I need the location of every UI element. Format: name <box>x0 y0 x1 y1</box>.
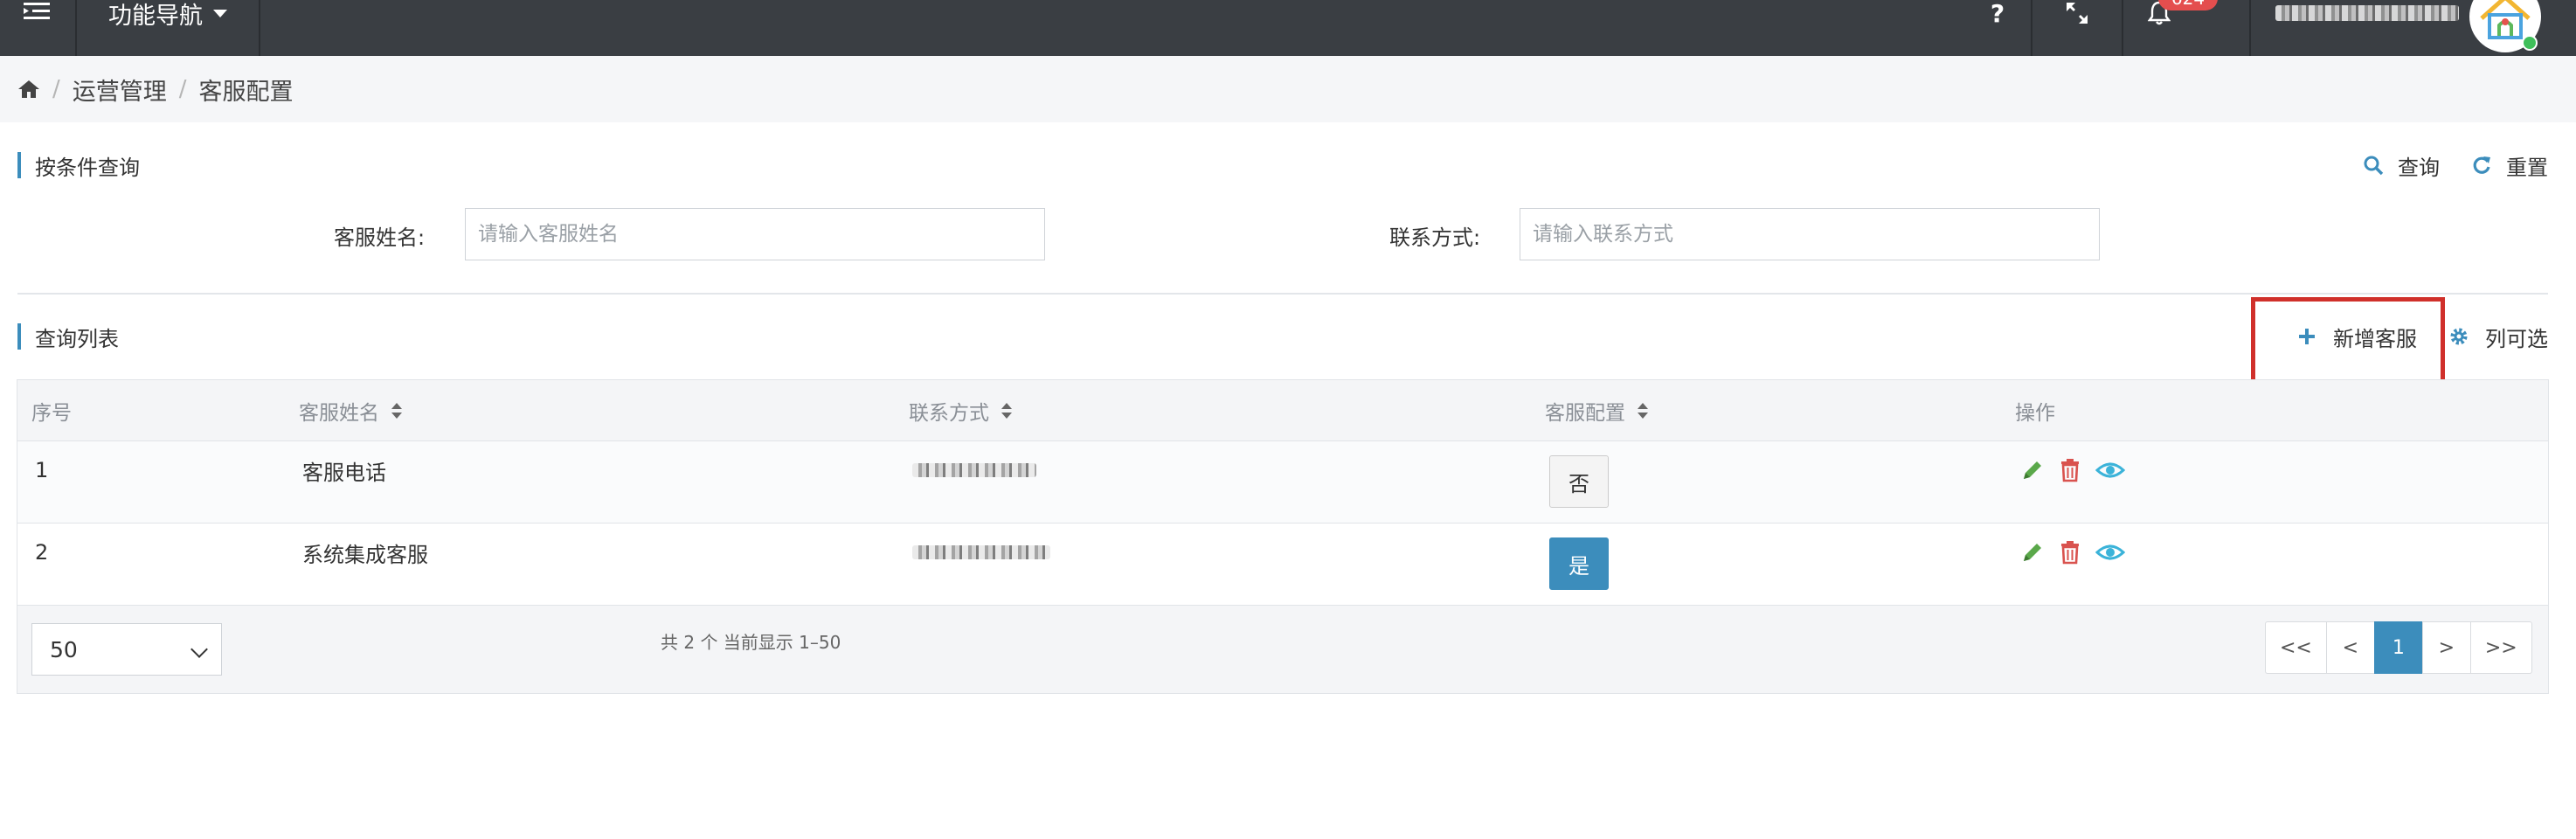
pagination-summary: 共 2 个 当前显示 1–50 <box>661 631 841 653</box>
list-section-title: 查询列表 <box>17 323 119 351</box>
service-name-input[interactable] <box>465 208 1045 260</box>
edit-pencil-icon[interactable] <box>2020 540 2045 565</box>
house-logo-icon <box>2480 0 2531 39</box>
row-actions <box>2020 441 2125 499</box>
view-eye-icon[interactable] <box>2095 460 2125 481</box>
page-size-select[interactable]: 50 <box>31 623 222 676</box>
column-chooser-label: 列可选 <box>2485 326 2548 351</box>
header-name-label: 客服姓名 <box>299 402 379 425</box>
pager-page-1[interactable]: 1 <box>2373 621 2423 674</box>
view-eye-icon[interactable] <box>2095 542 2125 563</box>
contact-input[interactable] <box>1520 208 2100 260</box>
row-actions <box>2020 524 2125 581</box>
breadcrumb-item-service-config: 客服配置 <box>198 78 294 106</box>
header-actions-label: 操作 <box>2015 402 2055 425</box>
search-label: 查询 <box>2398 155 2440 180</box>
contact-label: 联系方式: <box>1389 225 1481 250</box>
row-contact-masked <box>912 441 1036 499</box>
row-index: 1 <box>35 458 49 482</box>
column-chooser-button[interactable]: 列可选 <box>2448 323 2548 351</box>
query-title-text: 按条件查询 <box>35 155 140 180</box>
navbar-divider <box>75 0 77 56</box>
header-contact-label: 联系方式 <box>909 402 989 425</box>
sort-icon[interactable] <box>1638 403 1648 419</box>
breadcrumb: / 运营管理 / 客服配置 <box>17 56 294 122</box>
service-table: 序号 客服姓名 联系方式 客服配置 操作 1 客服电话 否 2 系统集成客服 是… <box>17 379 2549 694</box>
notification-count: 624 <box>2171 0 2205 9</box>
help-icon[interactable]: ? <box>1989 0 2006 28</box>
masked-contact <box>912 545 1050 559</box>
page-size-value: 50 <box>50 636 78 662</box>
breadcrumb-item-operations[interactable]: 运营管理 <box>73 73 167 107</box>
search-button[interactable]: 查询 <box>2363 152 2440 180</box>
navbar-divider <box>2249 0 2251 56</box>
navbar-divider <box>2122 0 2123 56</box>
sort-icon[interactable] <box>1001 403 1012 419</box>
avatar[interactable] <box>2469 0 2541 52</box>
breadcrumb-bar: / 运营管理 / 客服配置 <box>0 56 2576 122</box>
reset-label: 重置 <box>2506 155 2548 180</box>
breadcrumb-separator: / <box>178 76 187 102</box>
section-divider <box>17 293 2548 295</box>
config-toggle-button[interactable]: 是 <box>1549 537 1609 590</box>
table-row: 2 系统集成客服 是 <box>17 524 2548 606</box>
delete-trash-icon[interactable] <box>2059 540 2081 565</box>
highlight-annotation-box <box>2251 297 2445 390</box>
breadcrumb-separator: / <box>52 76 60 102</box>
row-service-name: 系统集成客服 <box>302 542 428 567</box>
table-header: 序号 客服姓名 联系方式 客服配置 操作 <box>17 380 2548 441</box>
top-navbar: 功能导航 ? 624 <box>0 0 2576 56</box>
config-toggle-button[interactable]: 否 <box>1549 455 1609 508</box>
search-icon <box>2364 156 2384 176</box>
delete-trash-icon[interactable] <box>2059 458 2081 482</box>
user-menu[interactable] <box>2275 0 2485 26</box>
table-row: 1 客服电话 否 <box>17 441 2548 524</box>
navbar-divider <box>259 0 260 56</box>
reset-button[interactable]: 重置 <box>2471 152 2548 180</box>
header-index: 序号 <box>31 380 72 441</box>
pager-last[interactable]: >> <box>2469 621 2532 674</box>
notification-badge: 624 <box>2158 0 2218 10</box>
gear-icon <box>2450 328 2468 345</box>
help-label: ? <box>1990 0 2005 28</box>
header-config[interactable]: 客服配置 <box>1545 380 1648 441</box>
function-nav-dropdown[interactable]: 功能导航 <box>108 0 227 30</box>
section-accent-bar <box>17 323 21 350</box>
header-actions: 操作 <box>2015 380 2055 441</box>
header-config-label: 客服配置 <box>1545 402 1625 425</box>
online-status-dot <box>2522 35 2538 51</box>
fullscreen-icon[interactable] <box>2062 0 2092 26</box>
masked-username <box>2275 5 2459 21</box>
sidebar-toggle-icon[interactable] <box>17 0 56 23</box>
pager-prev[interactable]: < <box>2325 621 2375 674</box>
navbar-divider <box>2031 0 2032 56</box>
pager-next[interactable]: > <box>2421 621 2471 674</box>
row-index: 2 <box>35 540 49 565</box>
sort-icon[interactable] <box>391 403 402 419</box>
list-title-text: 查询列表 <box>35 326 119 351</box>
pager-first[interactable]: << <box>2265 621 2327 674</box>
row-service-name: 客服电话 <box>302 460 386 485</box>
table-footer: 50 共 2 个 当前显示 1–50 << < 1 > >> <box>17 606 2548 693</box>
home-icon[interactable] <box>17 80 40 99</box>
row-contact-masked <box>912 524 1050 581</box>
caret-down-icon <box>213 9 227 17</box>
header-name[interactable]: 客服姓名 <box>299 380 402 441</box>
query-section-title: 按条件查询 <box>17 152 140 180</box>
function-nav-label: 功能导航 <box>108 2 203 30</box>
section-accent-bar <box>17 152 21 178</box>
header-contact[interactable]: 联系方式 <box>909 380 1012 441</box>
chevron-down-icon <box>190 641 208 658</box>
edit-pencil-icon[interactable] <box>2020 458 2045 482</box>
service-name-label: 客服姓名: <box>334 225 426 250</box>
header-index-label: 序号 <box>31 402 72 425</box>
masked-contact <box>912 463 1036 477</box>
refresh-icon <box>2473 156 2490 174</box>
pagination: << < 1 > >> <box>2265 621 2532 674</box>
